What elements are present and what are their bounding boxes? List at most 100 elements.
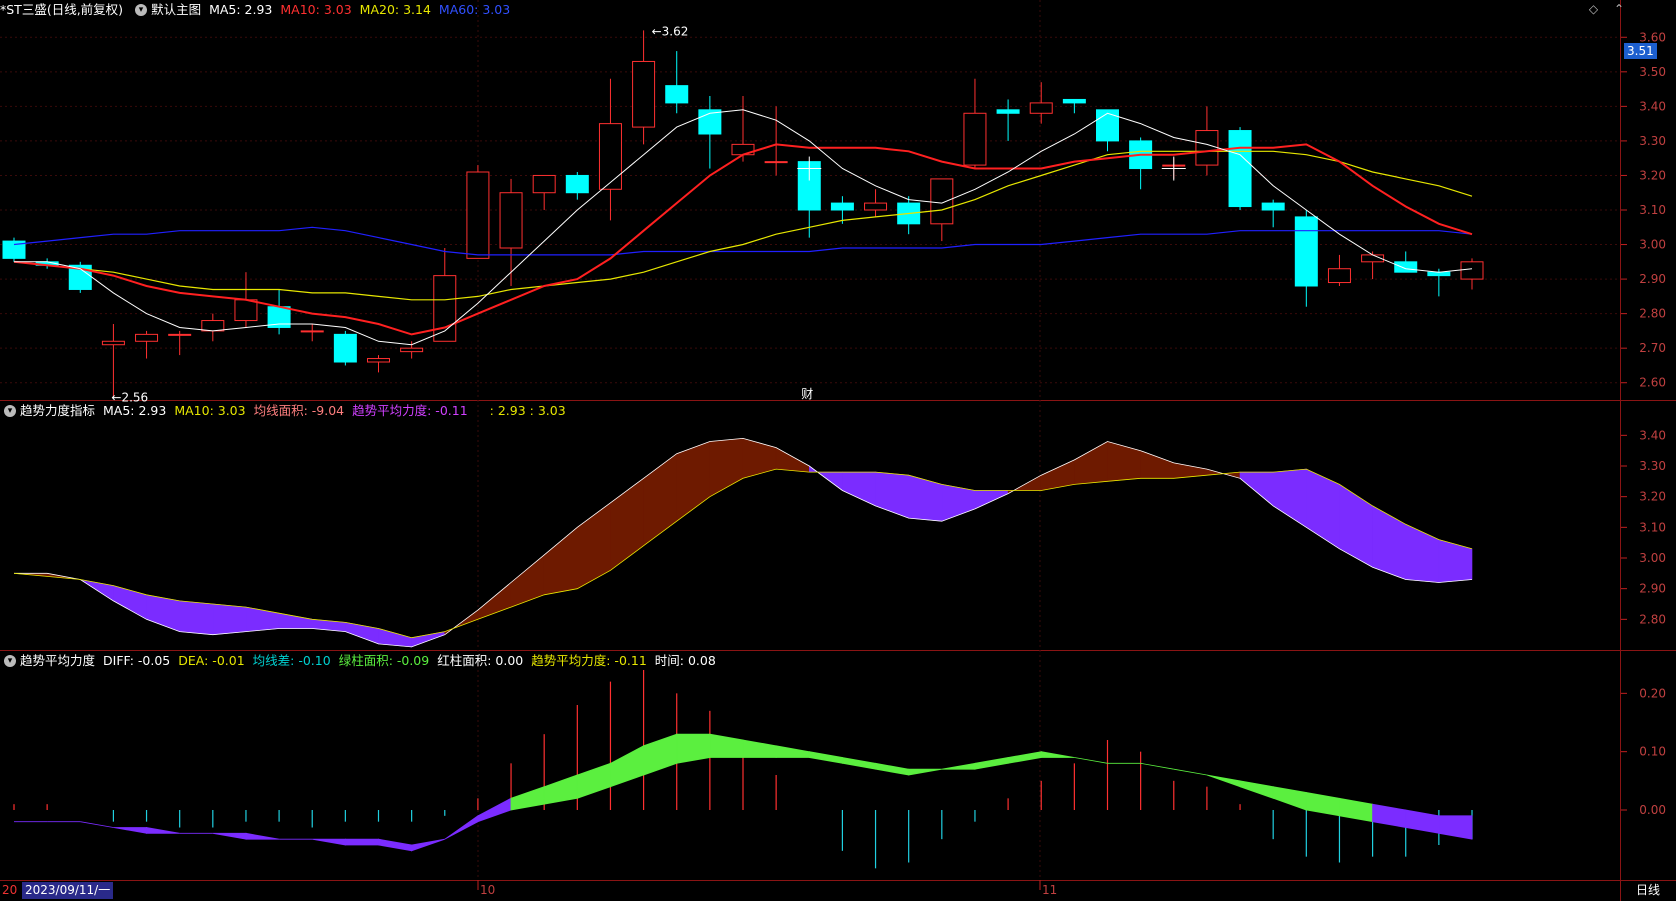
candle-body <box>632 60 656 128</box>
candle-body <box>963 112 987 166</box>
candle-body <box>1062 98 1086 104</box>
candle[interactable] <box>665 51 689 114</box>
ind1-name[interactable]: 趋势力度指标 <box>20 401 95 421</box>
avg-force-band-segment <box>212 832 247 840</box>
candle[interactable] <box>632 30 656 145</box>
trend-band-segment <box>1372 505 1406 580</box>
candlestick-panel[interactable]: ←3.62←2.56 财 <box>2 24 1484 405</box>
candle[interactable] <box>1261 199 1285 228</box>
candle[interactable] <box>1361 251 1385 280</box>
collapse-icon[interactable]: ⌃ <box>1614 2 1624 16</box>
avg-force-band-segment <box>411 838 445 852</box>
candle[interactable] <box>466 165 490 259</box>
candle[interactable] <box>1029 82 1053 124</box>
ma60-line <box>13 226 1473 256</box>
candle[interactable] <box>698 96 722 169</box>
ind2-y-tick-label: 0.10 <box>1639 745 1666 759</box>
diamond-icon[interactable]: ◇ <box>1589 2 1598 16</box>
chart-menu-icon[interactable]: ▾ <box>135 4 148 16</box>
trend-band-segment <box>1339 483 1373 568</box>
trend-avg-force-panel[interactable] <box>13 670 1473 869</box>
candle[interactable] <box>333 330 357 366</box>
candle[interactable] <box>2 237 26 262</box>
ind2-menu-icon[interactable]: ▾ <box>4 655 16 667</box>
candle-body <box>101 340 125 346</box>
candle[interactable] <box>996 99 1020 141</box>
candle[interactable] <box>864 189 888 217</box>
avg-force-band-segment <box>908 768 942 776</box>
ind1-y-tick-label: 2.90 <box>1639 582 1666 596</box>
ind2-name[interactable]: 趋势平均力度 <box>20 651 95 671</box>
trend-band-segment <box>1239 471 1274 507</box>
candle-body <box>1096 109 1119 142</box>
avg-force-band-segment <box>1372 803 1407 828</box>
trend-band-segment <box>1074 440 1108 485</box>
candle[interactable] <box>300 324 324 342</box>
candle[interactable] <box>135 330 159 359</box>
month-label: 11 <box>1042 883 1057 897</box>
main-y-tick-label: 3.10 <box>1639 203 1666 217</box>
event-marker[interactable]: 财 <box>801 387 813 401</box>
candle[interactable] <box>963 78 987 169</box>
candle[interactable] <box>764 106 788 176</box>
trend-band-segment <box>113 585 147 620</box>
trend-band-segment <box>1107 441 1141 482</box>
candle-body <box>665 85 689 104</box>
candle-body <box>234 299 258 322</box>
avg-force-band-segment <box>1206 774 1241 788</box>
trend-force-panel[interactable] <box>13 437 1473 648</box>
ind1-y-tick-label: 2.80 <box>1639 612 1666 626</box>
main-y-tick-label: 2.60 <box>1639 376 1666 390</box>
trend-band-segment <box>643 453 678 547</box>
avg-force-band-segment <box>1007 751 1042 764</box>
candle[interactable] <box>101 324 125 397</box>
candle[interactable] <box>532 174 556 210</box>
candle-body <box>996 109 1020 114</box>
trend-band-segment <box>245 606 280 632</box>
candle[interactable] <box>1427 268 1451 297</box>
candle[interactable] <box>499 178 523 286</box>
candle-body <box>1195 130 1219 166</box>
avg-force-band-segment <box>974 757 1009 770</box>
ind1-menu-icon[interactable]: ▾ <box>4 405 16 417</box>
candle[interactable] <box>1460 258 1484 290</box>
stock-title[interactable]: *ST三盛(日线,前复权) <box>0 0 123 20</box>
candle[interactable] <box>897 196 921 235</box>
avg-force-band-segment <box>113 827 147 834</box>
trend-band-segment <box>543 526 578 596</box>
avg-force-band-segment <box>80 821 114 828</box>
candle[interactable] <box>1327 254 1351 286</box>
trend-band-segment <box>875 471 910 519</box>
avg-force-band-segment <box>709 733 744 758</box>
ind2-header: ▾ 趋势平均力度 DIFF: -0.05 DEA: -0.01 均线差: -0.… <box>0 651 724 671</box>
kline-chart[interactable]: ←3.62←2.56 财 3.603.503.403.303.203.103.00… <box>0 0 1676 901</box>
avg-force-band-segment <box>510 786 545 811</box>
candle-body <box>1460 261 1484 280</box>
chart-name[interactable]: 默认主图 <box>151 0 201 20</box>
candle[interactable] <box>1129 137 1153 190</box>
candle-body <box>300 330 324 333</box>
candle[interactable] <box>598 78 622 221</box>
candle[interactable] <box>267 289 291 335</box>
candle-body <box>135 333 159 342</box>
candle[interactable] <box>168 330 192 356</box>
candle[interactable] <box>367 355 390 373</box>
candle[interactable] <box>1228 127 1252 210</box>
candle[interactable] <box>201 313 225 342</box>
trend-band-segment <box>1306 468 1340 550</box>
date-prefix: 20 <box>2 883 18 897</box>
candle[interactable] <box>1195 106 1219 176</box>
avg-force-band-segment <box>344 838 379 846</box>
candle[interactable] <box>68 261 92 293</box>
ind1-ma5: MA5: 2.93 <box>103 403 167 418</box>
candle-body <box>1427 271 1451 277</box>
trend-band-segment <box>974 490 1009 510</box>
ma60-value: MA60: 3.03 <box>438 2 511 17</box>
ind2-time: 时间: 0.08 <box>654 653 716 668</box>
candle[interactable] <box>565 172 589 200</box>
candle[interactable] <box>1294 210 1318 307</box>
ind2-green-area: 绿柱面积: -0.09 <box>338 653 430 668</box>
ma5-value: MA5: 2.93 <box>209 2 273 17</box>
period-label[interactable]: 日线 <box>1620 882 1676 899</box>
main-y-tick-label: 3.20 <box>1639 168 1666 182</box>
